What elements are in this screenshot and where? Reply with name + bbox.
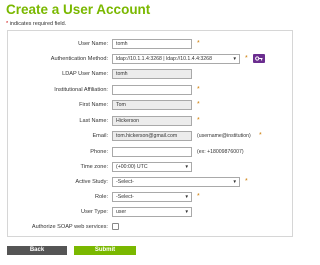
first-name-label: First Name: — [79, 102, 108, 108]
user-type-label: User Type: — [81, 209, 108, 215]
phone-format-hint: (ex: +18009876007) — [197, 149, 244, 155]
auth-method-key-button[interactable] — [253, 54, 265, 63]
email-label: Email: — [92, 133, 108, 139]
submit-button[interactable]: Submit — [74, 246, 136, 255]
key-icon — [255, 56, 263, 61]
required-fields-note: * indicates required field. — [6, 21, 66, 27]
user-name-label: User Name: — [78, 41, 108, 47]
back-button[interactable]: Back — [7, 246, 67, 255]
required-note-star: * — [6, 21, 9, 27]
email-required-marker: * — [259, 132, 262, 139]
institutional-affiliation-input[interactable] — [112, 85, 192, 95]
phone-input[interactable] — [112, 147, 192, 157]
last-name-label: Last Name: — [79, 118, 108, 124]
auth-method-required-marker: * — [245, 55, 248, 62]
time-zone-label: Time zone: — [80, 164, 108, 170]
first-name-required-marker: * — [197, 101, 200, 108]
soap-checkbox[interactable] — [112, 223, 119, 230]
auth-method-select[interactable]: ldap://10.1.1.4:3268 | ldap://10.1.4.4:3… — [112, 54, 240, 64]
role-label: Role: — [94, 194, 108, 200]
email-format-hint: (username@institution) — [197, 133, 251, 139]
active-study-select[interactable]: -Select- — [112, 177, 240, 187]
last-name-required-marker: * — [197, 117, 200, 124]
phone-label: Phone: — [90, 149, 108, 155]
institutional-affiliation-required-marker: * — [197, 86, 200, 93]
ldap-user-name-label: LDAP User Name: — [62, 71, 108, 77]
first-name-input[interactable]: Tom — [112, 100, 192, 110]
user-type-select[interactable]: user — [112, 207, 192, 217]
role-select[interactable]: -Select- — [112, 192, 192, 202]
user-name-required-marker: * — [197, 40, 200, 47]
user-name-input[interactable]: tomh — [112, 39, 192, 49]
email-input[interactable]: tom.hickerson@gmail.com — [112, 131, 192, 141]
auth-method-label: Authentication Method: — [50, 56, 108, 62]
ldap-user-name-input: tomh — [112, 69, 192, 79]
active-study-required-marker: * — [245, 178, 248, 185]
role-required-marker: * — [197, 193, 200, 200]
active-study-label: Active Study: — [75, 179, 108, 185]
page-title: Create a User Account — [6, 2, 151, 17]
institutional-affiliation-label: Institutional Affiliation: — [54, 87, 108, 93]
time-zone-select[interactable]: (+00:00) UTC — [112, 162, 192, 172]
required-note-text: indicates required field. — [9, 21, 67, 27]
soap-label: Authorize SOAP web services: — [31, 224, 108, 230]
last-name-input[interactable]: Hickerson — [112, 116, 192, 126]
